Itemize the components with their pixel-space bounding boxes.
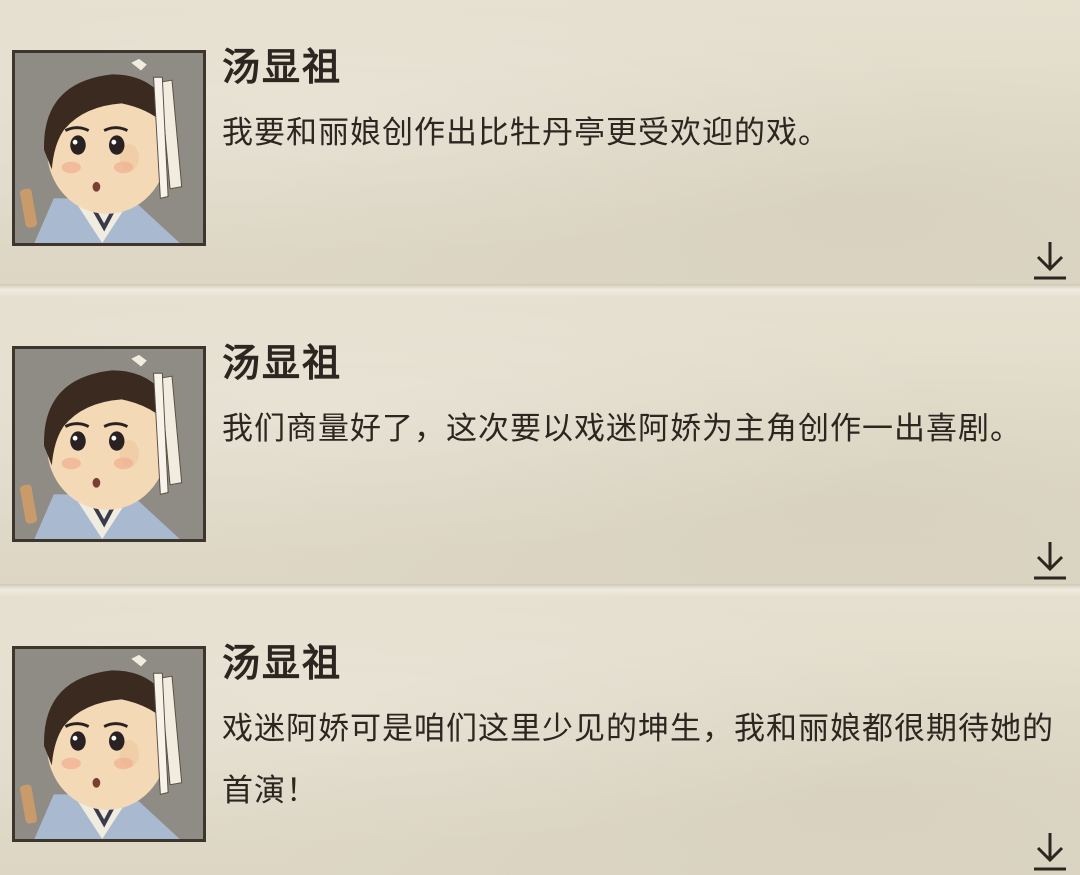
tang-xianzu-portrait-icon bbox=[15, 53, 203, 243]
arrow-down-icon[interactable] bbox=[1030, 538, 1070, 582]
speaker-name: 汤显祖 bbox=[222, 44, 343, 89]
tang-xianzu-portrait-icon bbox=[15, 349, 203, 539]
dialogue-text: 戏迷阿娇可是咱们这里少见的坤生，我和丽娘都很期待她的首演！ bbox=[222, 711, 1054, 809]
tang-xianzu-portrait-icon bbox=[15, 649, 203, 839]
dialogue-text: 我要和丽娘创作出比牡丹亭更受欢迎的戏。 bbox=[222, 115, 830, 151]
speaker-portrait bbox=[12, 346, 206, 542]
arrow-down-icon[interactable] bbox=[1030, 238, 1070, 282]
dialogue-text: 我们商量好了，这次要以戏迷阿娇为主角创作一出喜剧。 bbox=[222, 411, 1022, 447]
dialogue-panel[interactable]: 汤显祖 我要和丽娘创作出比牡丹亭更受欢迎的戏。 bbox=[0, 0, 1080, 284]
speaker-name: 汤显祖 bbox=[222, 640, 343, 685]
arrow-down-icon[interactable] bbox=[1030, 829, 1070, 873]
dialogue-log: 汤显祖 我要和丽娘创作出比牡丹亭更受欢迎的戏。 汤显祖 我们商量好了，这次要以戏… bbox=[0, 0, 1080, 875]
panel-divider bbox=[0, 284, 1080, 296]
dialogue-panel[interactable]: 汤显祖 戏迷阿娇可是咱们这里少见的坤生，我和丽娘都很期待她的首演！ bbox=[0, 596, 1080, 875]
panel-divider bbox=[0, 584, 1080, 596]
speaker-name: 汤显祖 bbox=[222, 340, 343, 385]
speaker-portrait bbox=[12, 646, 206, 842]
speaker-portrait bbox=[12, 50, 206, 246]
dialogue-panel[interactable]: 汤显祖 我们商量好了，这次要以戏迷阿娇为主角创作一出喜剧。 bbox=[0, 296, 1080, 584]
